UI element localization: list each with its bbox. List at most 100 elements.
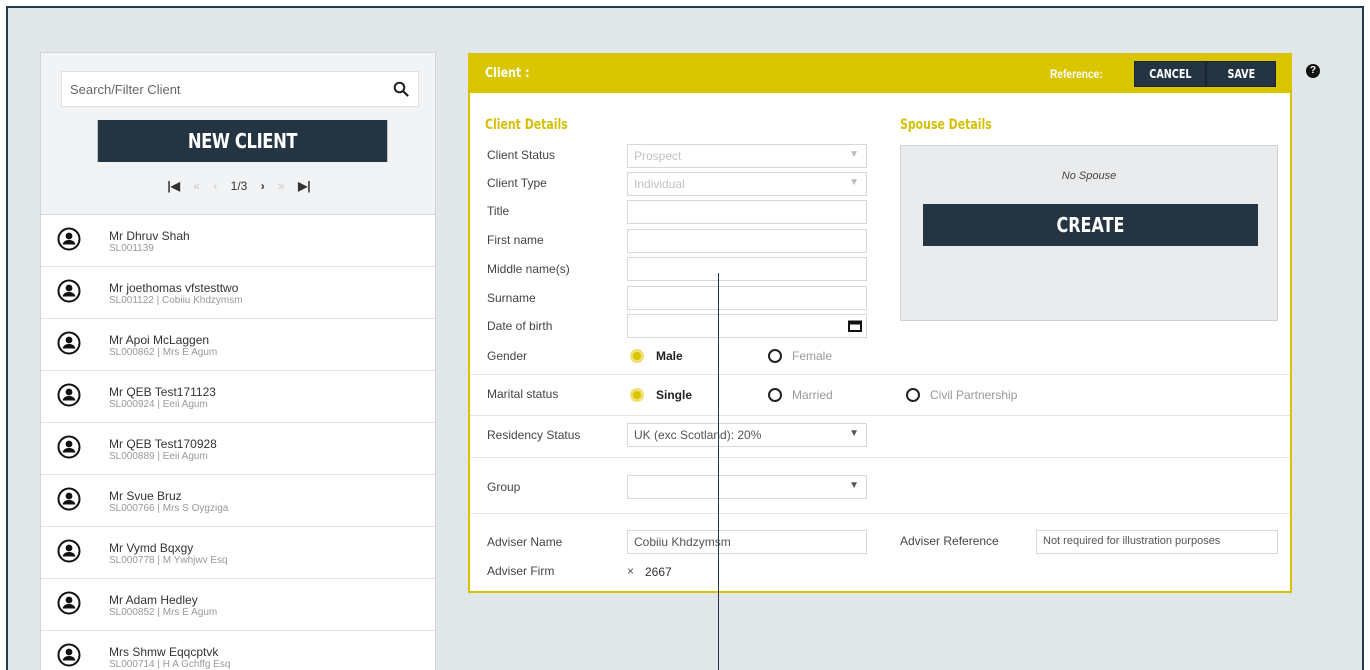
- gender-female-label: Female: [792, 349, 833, 363]
- marital-single-label: Single: [656, 388, 693, 402]
- client-status-select[interactable]: Prospect ▼: [627, 144, 867, 168]
- residency-status-select[interactable]: UK (exc Scotland): 20% ▼: [627, 423, 867, 447]
- user-avatar-icon: [57, 435, 81, 459]
- marital-civil-radio[interactable]: [906, 388, 920, 402]
- create-spouse-button[interactable]: CREATE: [923, 204, 1258, 246]
- chevron-down-icon: ▼: [849, 177, 859, 188]
- divider: [470, 457, 1290, 458]
- client-list-item[interactable]: Mr Dhruv Shah SL001139: [41, 215, 435, 267]
- cancel-button[interactable]: CANCEL: [1134, 61, 1206, 87]
- chevron-down-icon: ▼: [849, 428, 859, 439]
- next-block-button[interactable]: »: [278, 179, 285, 193]
- next-page-button[interactable]: ›: [261, 179, 265, 193]
- client-panel-header: Client : Reference: CANCEL SAVE: [470, 55, 1290, 93]
- divider: [470, 415, 1290, 416]
- client-reference: SL001122 | Cobiiu Khdzymsm: [109, 295, 243, 306]
- client-list-header: NEW CLIENT |◀ « ‹ 1/3 › » ▶|: [41, 53, 435, 215]
- residency-status-value: UK (exc Scotland): 20%: [634, 428, 762, 442]
- group-select[interactable]: ▼: [627, 475, 867, 499]
- no-spouse-text: No Spouse: [1061, 170, 1117, 182]
- client-name: Mr QEB Test170928: [109, 437, 217, 451]
- pagination: |◀ « ‹ 1/3 › » ▶|: [41, 179, 437, 193]
- marital-status-label: Marital status: [487, 387, 559, 401]
- client-list-item[interactable]: Mr Apoi McLaggen SL000862 | Mrs E Agum: [41, 319, 435, 371]
- client-reference: SL000766 | Mrs S Oygziga: [109, 503, 229, 514]
- client-status-label: Client Status: [487, 148, 556, 162]
- adviser-firm-label: Adviser Firm: [487, 564, 555, 578]
- prev-page-button[interactable]: ‹: [213, 179, 217, 193]
- first-page-button[interactable]: |◀: [167, 179, 180, 193]
- gender-label: Gender: [487, 349, 528, 363]
- prev-block-button[interactable]: «: [193, 179, 200, 193]
- user-avatar-icon: [57, 331, 81, 355]
- middle-names-input[interactable]: [627, 257, 867, 281]
- user-avatar-icon: [57, 643, 81, 667]
- client-list-item[interactable]: Mr QEB Test171123 SL000924 | Eeii Agum: [41, 371, 435, 423]
- group-label: Group: [487, 480, 521, 494]
- chevron-down-icon: ▼: [849, 480, 859, 491]
- client-list-item[interactable]: Mr Adam Hedley SL000852 | Mrs E Agum: [41, 579, 435, 631]
- user-avatar-icon: [57, 227, 81, 251]
- client-list-item[interactable]: Mr QEB Test170928 SL000889 | Eeii Agum: [41, 423, 435, 475]
- adviser-firm-clear-icon[interactable]: ×: [627, 564, 634, 578]
- marital-married-radio[interactable]: [768, 388, 782, 402]
- calendar-icon[interactable]: [848, 320, 862, 332]
- user-avatar-icon: [57, 591, 81, 615]
- gender-male-radio[interactable]: [630, 349, 644, 363]
- surname-input[interactable]: [627, 286, 867, 310]
- search-icon[interactable]: [393, 81, 409, 97]
- client-status-value: Prospect: [634, 149, 682, 163]
- client-reference: SL000862 | Mrs E Agum: [109, 347, 218, 358]
- client-list-item[interactable]: Mr Svue Bruz SL000766 | Mrs S Oygziga: [41, 475, 435, 527]
- client-list-panel: NEW CLIENT |◀ « ‹ 1/3 › » ▶| Mr Dhruv Sh…: [40, 52, 436, 670]
- middle-names-label: Middle name(s): [487, 262, 570, 276]
- search-input[interactable]: [62, 72, 372, 106]
- residency-status-label: Residency Status: [487, 428, 581, 442]
- new-client-button[interactable]: NEW CLIENT: [97, 120, 388, 162]
- client-name: Mr Apoi McLaggen: [109, 333, 210, 347]
- user-avatar-icon: [57, 539, 81, 563]
- client-reference: SL000778 | M Ywhjwv Esq: [109, 555, 228, 566]
- client-list-item[interactable]: Mrs Shmw Eqqcptvk SL000714 | H A Gchffg E…: [41, 631, 435, 670]
- divider: [470, 513, 1290, 514]
- adviser-name-label: Adviser Name: [487, 535, 563, 549]
- client-type-select[interactable]: Individual ▼: [627, 172, 867, 196]
- client-name: Mr joethomas vfstesttwo: [109, 281, 239, 295]
- reference-label: Reference:: [1050, 67, 1103, 81]
- save-label: SAVE: [1227, 67, 1255, 81]
- client-name: Mr Dhruv Shah: [109, 229, 190, 243]
- gender-male-label: Male: [656, 349, 683, 363]
- user-avatar-icon: [57, 487, 81, 511]
- spouse-box: No Spouse CREATE: [900, 145, 1278, 321]
- client-reference: SL000852 | Mrs E Agum: [109, 607, 218, 618]
- client-name: Mr Adam Hedley: [109, 593, 198, 607]
- cancel-label: CANCEL: [1148, 67, 1192, 81]
- search-box: [61, 71, 419, 107]
- adviser-name-input[interactable]: Cobiiu Khdzymsm: [627, 530, 867, 554]
- spouse-details-title: Spouse Details: [900, 117, 992, 133]
- save-button[interactable]: SAVE: [1206, 61, 1276, 87]
- gender-female-radio[interactable]: [768, 349, 782, 363]
- client-name: Mr Vymd Bqxgy: [109, 541, 194, 555]
- page-indicator: 1/3: [230, 179, 248, 193]
- adviser-reference-input[interactable]: Not required for illustration purposes: [1036, 530, 1278, 554]
- user-avatar-icon: [57, 383, 81, 407]
- client-list-item[interactable]: Mr joethomas vfstesttwo SL001122 | Cobiiu…: [41, 267, 435, 319]
- create-label: CREATE: [1056, 213, 1125, 237]
- chevron-down-icon: ▼: [849, 149, 859, 160]
- surname-label: Surname: [487, 291, 536, 305]
- client-name: Mr QEB Test171123: [109, 385, 216, 399]
- marital-single-radio[interactable]: [630, 388, 644, 402]
- client-reference: SL000924 | Eeii Agum: [109, 399, 208, 410]
- last-page-button[interactable]: ▶|: [298, 179, 311, 193]
- client-list-item[interactable]: Mr Vymd Bqxgy SL000778 | M Ywhjwv Esq: [41, 527, 435, 579]
- first-name-input[interactable]: [627, 229, 867, 253]
- first-name-label: First name: [487, 233, 544, 247]
- client-reference: SL000714 | H A Gchffg Esq: [109, 659, 231, 670]
- app-frame: NEW CLIENT |◀ « ‹ 1/3 › » ▶| Mr Dhruv Sh…: [6, 6, 1364, 670]
- dob-input[interactable]: [627, 314, 867, 338]
- divider: [470, 374, 1290, 375]
- title-input[interactable]: [627, 200, 867, 224]
- help-icon[interactable]: ?: [1306, 64, 1320, 78]
- title-label: Title: [487, 204, 510, 218]
